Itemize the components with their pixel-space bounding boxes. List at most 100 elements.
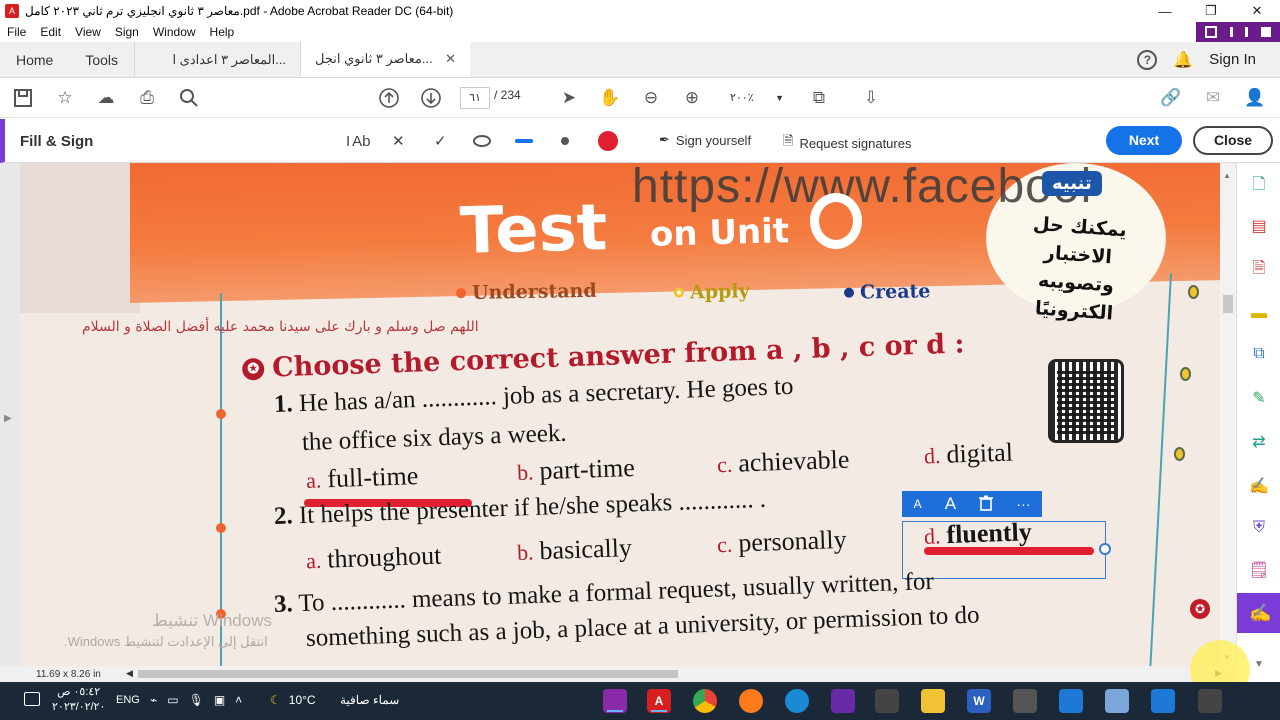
email-icon[interactable]: ✉	[1202, 87, 1224, 109]
restore-button[interactable]: ❐	[1188, 0, 1234, 22]
smaller-text-button[interactable]: A	[914, 497, 922, 511]
minimize-button[interactable]: —	[1142, 0, 1188, 22]
fill-sign-active-tab[interactable]: ✍	[1237, 593, 1280, 633]
organize-pages-icon[interactable]: ▤	[1248, 215, 1270, 237]
line-tool-icon[interactable]	[514, 131, 534, 151]
create-pdf-icon[interactable]: 🗋	[1248, 175, 1270, 197]
save-icon[interactable]	[12, 87, 34, 109]
request-signatures-label: Request signatures	[799, 135, 912, 151]
tab-tools[interactable]: Tools	[69, 42, 134, 77]
document-viewport[interactable]: ▶ https://www.facebool Test on Unit تنبي…	[0, 163, 1236, 666]
menu-edit[interactable]: Edit	[40, 25, 61, 39]
scroll-up-icon[interactable]: ▲	[1223, 171, 1231, 180]
camera-app-icon[interactable]	[875, 689, 899, 713]
close-window-button[interactable]: ✕	[1234, 0, 1280, 22]
edit-pdf-icon[interactable]: ✎	[1248, 387, 1270, 409]
send-for-review-icon[interactable]: ⇄	[1248, 431, 1270, 453]
tab-document-2[interactable]: معاصر ٣ ثانوي انجل... ✕	[300, 42, 471, 77]
display-icon[interactable]: ▣	[214, 693, 225, 707]
tab-home[interactable]: Home	[0, 42, 69, 77]
acrobat-taskbar-icon[interactable]: A	[647, 689, 671, 713]
hand-tool-icon[interactable]: ✋	[599, 87, 621, 109]
dot-tool-icon[interactable]	[560, 131, 570, 151]
store-icon[interactable]	[1151, 689, 1175, 713]
notification-center-icon[interactable]	[24, 692, 40, 706]
panel-collapse-icon[interactable]: ▼	[1248, 653, 1270, 675]
show-hidden-icons-chevron-icon[interactable]: ˄	[235, 693, 242, 707]
scroll-mode-icon[interactable]: ⇩	[860, 87, 882, 109]
microphone-icon[interactable]: 🎙	[189, 693, 204, 707]
page-fit-icon[interactable]: ⧉	[808, 87, 830, 109]
screen-recorder-app-icon[interactable]	[603, 689, 627, 713]
notification-bell-icon[interactable]: 🔔	[1173, 50, 1193, 70]
mail-icon[interactable]	[1059, 689, 1083, 713]
battery-icon[interactable]: ▭	[167, 693, 178, 707]
more-tools-icon[interactable]: 🗒	[1248, 559, 1270, 581]
network-icon[interactable]: ⌁	[150, 693, 157, 707]
horizontal-scroll-thumb[interactable]	[138, 670, 678, 678]
left-panel-toggle-icon[interactable]: ▶	[4, 413, 12, 424]
add-user-icon[interactable]: 👤	[1244, 87, 1266, 109]
previous-page-icon[interactable]	[378, 87, 400, 109]
paint-icon[interactable]	[1105, 689, 1129, 713]
color-picker-icon[interactable]	[597, 131, 619, 151]
next-page-icon[interactable]	[420, 87, 442, 109]
more-options-icon[interactable]: ···	[1016, 496, 1030, 512]
weather-widget[interactable]: ☾ 10°C	[270, 693, 316, 707]
screen-recorder-controls[interactable]	[1196, 22, 1280, 42]
export-pdf-icon[interactable]: 🗎	[1248, 259, 1270, 281]
next-button[interactable]: Next	[1106, 126, 1182, 155]
sign-yourself-button[interactable]: ✒ Sign yourself	[659, 132, 751, 148]
star-bookmark-icon[interactable]: ☆	[54, 87, 76, 109]
menu-help[interactable]: Help	[210, 25, 235, 39]
select-cursor-icon[interactable]: ➤	[558, 87, 580, 109]
recorder-2-icon[interactable]	[831, 689, 855, 713]
larger-text-button[interactable]: A	[945, 494, 956, 514]
vertical-scroll-thumb[interactable]	[1223, 295, 1233, 313]
edge-icon[interactable]	[785, 689, 809, 713]
share-link-icon[interactable]: 🔗	[1160, 87, 1182, 109]
taskbar-clock[interactable]: ٠٥:٤٢ ص ٢٠٢٣/٠٢/٢٠	[52, 685, 105, 715]
protect-shield-icon[interactable]: ⛨	[1248, 517, 1270, 539]
fill-sign-toolbar: Fill & Sign I Ab ✕ ✓ ✒ Sign yourself 🗎 R…	[0, 119, 1280, 163]
zoom-in-icon[interactable]: ⊕	[681, 87, 703, 109]
scroll-left-icon[interactable]: ◀	[126, 668, 133, 679]
delete-trash-icon[interactable]	[979, 495, 994, 514]
word-icon[interactable]: W	[967, 689, 991, 713]
combine-files-icon[interactable]: ⧉	[1248, 343, 1270, 365]
status-bar: 11.69 x 8.26 in ◀ ▶	[0, 666, 1236, 682]
calculator-icon[interactable]	[1013, 689, 1037, 713]
zoom-dropdown[interactable]: ٢٠٠٪ ▼	[722, 87, 788, 109]
menu-file[interactable]: File	[7, 25, 26, 39]
option-letter: c.	[716, 451, 733, 478]
circle-tool-icon[interactable]	[472, 131, 492, 151]
page-number-input[interactable]: ٦١	[460, 87, 490, 109]
file-explorer-icon[interactable]	[921, 689, 945, 713]
cross-mark-tool-icon[interactable]: ✕	[392, 131, 405, 151]
option-letter: b.	[516, 539, 534, 565]
task-view-icon[interactable]	[1198, 689, 1222, 713]
firefox-icon[interactable]	[739, 689, 763, 713]
cloud-upload-icon[interactable]: ☁	[95, 87, 117, 109]
add-text-tool[interactable]: I Ab	[346, 131, 371, 151]
menu-sign[interactable]: Sign	[115, 25, 139, 39]
request-signatures-button[interactable]: 🗎 Request signatures	[783, 132, 911, 154]
resize-handle[interactable]	[1099, 543, 1111, 555]
horizontal-scrollbar[interactable]: ◀ ▶	[124, 668, 1236, 680]
language-indicator[interactable]: ENG	[116, 694, 140, 706]
chrome-icon[interactable]	[693, 689, 717, 713]
close-fill-sign-button[interactable]: Close	[1193, 126, 1273, 155]
tab-document-1[interactable]: المعاصر ٣ اعدادى ا...	[134, 42, 300, 77]
search-icon[interactable]	[178, 87, 200, 109]
zoom-out-icon[interactable]: ⊖	[640, 87, 662, 109]
vertical-scrollbar[interactable]: ▲ ▼	[1220, 163, 1236, 666]
fill-sign-side-icon[interactable]: ✍	[1248, 475, 1270, 497]
sign-in-button[interactable]: Sign In	[1209, 51, 1256, 68]
menu-window[interactable]: Window	[153, 25, 196, 39]
print-icon[interactable]: ⎙	[136, 87, 158, 109]
checkmark-tool-icon[interactable]: ✓	[434, 131, 447, 151]
close-tab-icon[interactable]: ✕	[445, 51, 456, 67]
comment-icon[interactable]: ▬	[1248, 303, 1270, 325]
help-icon[interactable]: ?	[1137, 49, 1158, 70]
menu-view[interactable]: View	[75, 25, 101, 39]
